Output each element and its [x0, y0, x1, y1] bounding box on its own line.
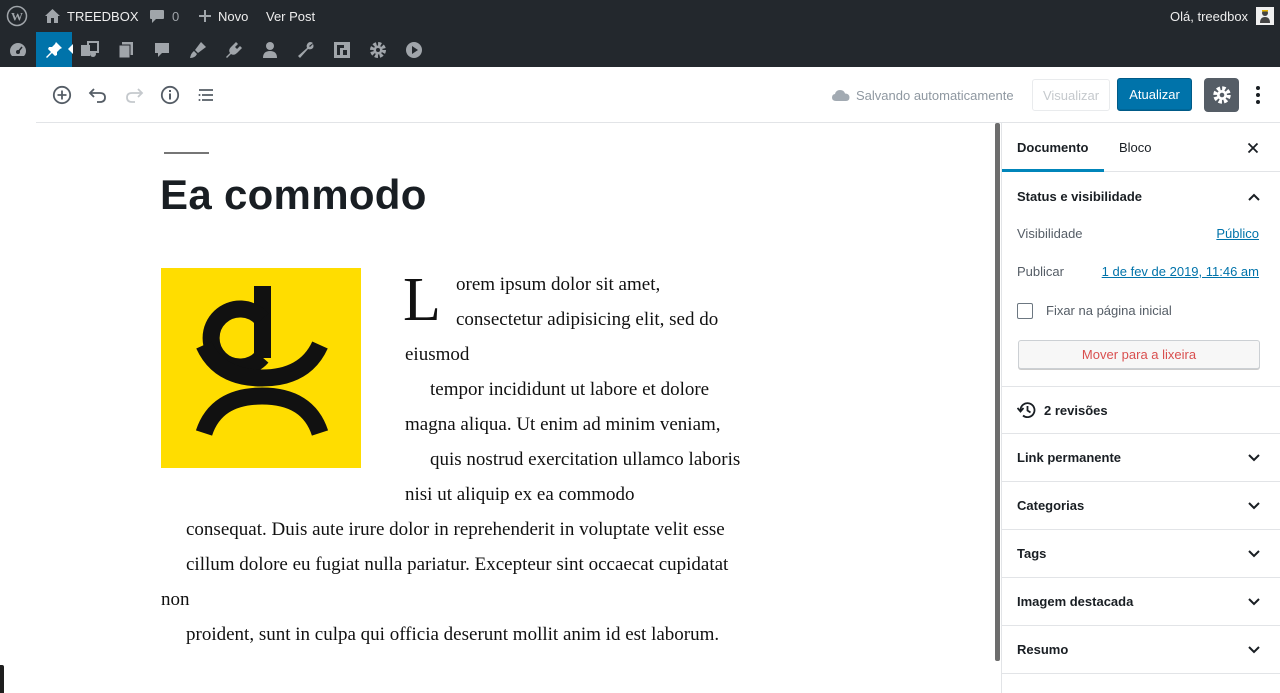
my-account-link[interactable]: Olá, treedbox [1170, 0, 1275, 32]
posts-icon[interactable] [36, 32, 73, 67]
chevron-down-icon[interactable] [1246, 642, 1262, 658]
paragraph-line: eiusmod [405, 344, 470, 365]
panel-divider [1002, 386, 1280, 387]
publish-label: Publicar [1017, 264, 1064, 279]
plugins-icon[interactable] [216, 32, 252, 67]
comment-bubble-icon [149, 9, 165, 24]
chevron-up-icon[interactable] [1246, 189, 1262, 205]
home-icon [44, 8, 61, 24]
paragraph-line: quis nostrud exercitation ullamco labori… [430, 449, 741, 470]
admin-menu-collapsed-area [0, 67, 36, 693]
panel-divider [1002, 433, 1280, 434]
visibility-link[interactable]: Público [1216, 226, 1259, 241]
add-block-button[interactable] [48, 81, 76, 109]
visibility-label: Visibilidade [1017, 226, 1083, 241]
paragraph-line: cillum dolore eu fugiat nulla pariatur. … [186, 554, 729, 575]
panel-divider [1002, 481, 1280, 482]
settings-icon[interactable] [360, 32, 396, 67]
info-button[interactable] [156, 81, 184, 109]
categories-panel-toggle[interactable]: Categorias [1017, 498, 1084, 513]
post-title[interactable]: Ea commodo [160, 171, 427, 219]
paragraph-line: non [161, 589, 190, 610]
drop-cap: L [403, 266, 441, 334]
tab-document[interactable]: Documento [1002, 123, 1104, 172]
chevron-down-icon[interactable] [1246, 546, 1262, 562]
image-block[interactable] [161, 268, 361, 468]
new-content-link[interactable]: Novo [198, 0, 248, 32]
paragraph-line: nisi ut aliquip ex ea commodo [405, 484, 635, 505]
chevron-down-icon[interactable] [1246, 594, 1262, 610]
move-to-trash-button[interactable]: Mover para a lixeira [1018, 340, 1260, 369]
autosave-status: Salvando automaticamente [832, 67, 1014, 123]
users-icon[interactable] [252, 32, 288, 67]
featured-image-panel-toggle[interactable]: Imagem destacada [1017, 594, 1133, 609]
site-name-link[interactable]: TREEDBOX [44, 0, 139, 32]
custom-fields-icon[interactable] [324, 32, 360, 67]
paragraph-line: orem ipsum dolor sit amet, [456, 274, 661, 295]
sticky-label: Fixar na página inicial [1046, 303, 1172, 318]
panel-divider [1002, 625, 1280, 626]
panel-divider [1002, 529, 1280, 530]
comments-link[interactable]: 0 [149, 0, 179, 32]
settings-toggle-button[interactable] [1204, 78, 1239, 112]
wordpress-logo-icon[interactable]: W [6, 0, 28, 32]
cloud-icon [832, 89, 850, 102]
paragraph-line: magna aliqua. Ut enim ad minim veniam, [405, 414, 721, 435]
panel-divider [1002, 577, 1280, 578]
editor-content: Ea commodo L orem ipsum dolor sit amet, … [36, 123, 994, 693]
admin-bar: W TREEDBOX 0 Novo Ver Post Olá, treedbox [0, 0, 1280, 32]
tags-panel-toggle[interactable]: Tags [1017, 546, 1046, 561]
tab-block[interactable]: Bloco [1119, 123, 1152, 172]
comments-icon[interactable] [144, 32, 180, 67]
undo-button[interactable] [84, 81, 112, 109]
excerpt-panel-toggle[interactable]: Resumo [1017, 642, 1068, 657]
play-icon[interactable] [396, 32, 432, 67]
edge-tab [0, 665, 4, 693]
block-navigation-button[interactable] [192, 81, 220, 109]
chevron-down-icon[interactable] [1246, 450, 1262, 466]
paragraph-line: tempor incididunt ut labore et dolore [430, 379, 710, 400]
dashboard-icon[interactable] [0, 32, 36, 67]
update-button[interactable]: Atualizar [1117, 78, 1192, 111]
plus-icon [198, 9, 212, 23]
status-visibility-panel-toggle[interactable]: Status e visibilidade [1017, 189, 1142, 204]
paragraph-line: consectetur adipisicing elit, sed do [456, 309, 719, 330]
media-icon[interactable] [72, 32, 108, 67]
chevron-down-icon[interactable] [1246, 498, 1262, 514]
admin-menu [0, 32, 1280, 67]
content-scrollbar[interactable] [995, 123, 1000, 661]
appearance-icon[interactable] [180, 32, 216, 67]
view-post-link[interactable]: Ver Post [266, 0, 315, 32]
panel-divider [1002, 673, 1280, 674]
pages-icon[interactable] [108, 32, 144, 67]
sidebar-tabs: Documento Bloco [1002, 123, 1280, 172]
publish-date-link[interactable]: 1 de fev de 2019, 11:46 am [1102, 264, 1259, 279]
permalink-panel-toggle[interactable]: Link permanente [1017, 450, 1121, 465]
tools-icon[interactable] [288, 32, 324, 67]
paragraph-line: proident, sunt in culpa qui officia dese… [186, 624, 720, 645]
history-icon [1017, 401, 1036, 419]
title-separator [164, 152, 209, 154]
close-icon[interactable] [1242, 137, 1264, 159]
editor-toolbar: Salvando automaticamente Visualizar Atua… [36, 67, 1280, 123]
treedbox-logo [195, 286, 329, 437]
redo-button[interactable] [120, 81, 148, 109]
paragraph-line: consequat. Duis aute irure dolor in repr… [186, 519, 725, 540]
settings-sidebar: Documento Bloco Status e visibilidade Vi… [1001, 123, 1280, 693]
sticky-checkbox[interactable] [1017, 303, 1033, 319]
revisions-link[interactable]: 2 revisões [1017, 400, 1108, 420]
avatar [1256, 7, 1275, 25]
svg-text:W: W [11, 10, 23, 24]
preview-button[interactable]: Visualizar [1032, 79, 1110, 111]
more-options-button[interactable] [1248, 81, 1268, 109]
